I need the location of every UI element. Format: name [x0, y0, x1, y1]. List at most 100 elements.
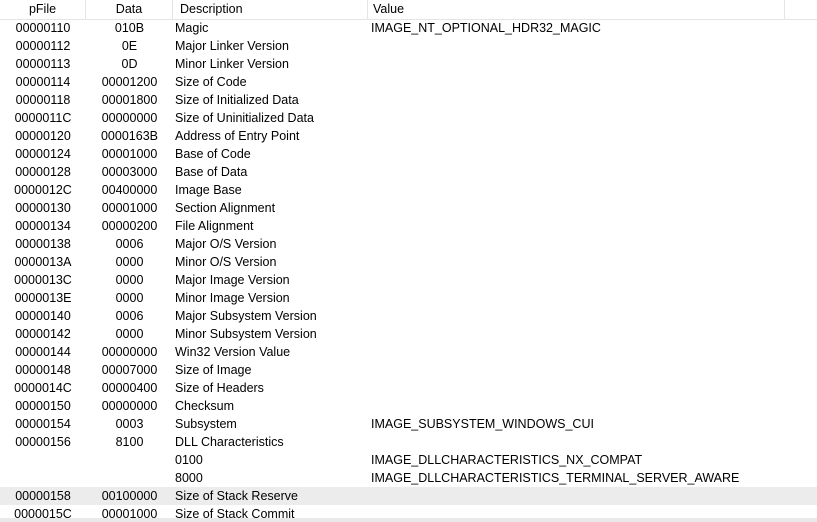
pfile-cell: 00000134: [15, 219, 71, 233]
table-row[interactable]: 0000013E 0000 Minor Image Version: [0, 289, 817, 307]
description-cell: Section Alignment: [175, 201, 276, 215]
value-cell: [371, 487, 811, 505]
pfile-cell: 00000114: [15, 75, 71, 89]
description-cell: Size of Uninitialized Data: [175, 111, 314, 125]
table-row[interactable]: 00000144 00000000 Win32 Version Value: [0, 343, 817, 361]
table-row[interactable]: 00000113 0D Minor Linker Version: [0, 55, 817, 73]
table-row[interactable]: 00000158 00100000 Size of Stack Reserve: [0, 487, 817, 505]
value-cell: [371, 163, 811, 181]
table-row[interactable]: 00000112 0E Major Linker Version: [0, 37, 817, 55]
description-cell: Size of Headers: [175, 381, 264, 395]
data-cell: 00001000: [101, 147, 158, 161]
table-row[interactable]: 00000134 00000200 File Alignment: [0, 217, 817, 235]
column-header-pfile[interactable]: pFile: [0, 0, 86, 19]
value-cell: [371, 181, 811, 199]
pfile-cell: [0, 451, 86, 469]
data-cell: 00007000: [101, 363, 158, 377]
description-cell: Size of Stack Reserve: [175, 489, 298, 503]
data-cell: 0006: [115, 237, 144, 251]
data-cell: [86, 451, 173, 469]
table-row[interactable]: 0000013C 0000 Major Image Version: [0, 271, 817, 289]
table-row[interactable]: 0000013A 0000 Minor O/S Version: [0, 253, 817, 271]
pfile-cell: 00000130: [15, 201, 71, 215]
pfile-cell: 00000150: [15, 399, 71, 413]
value-cell: [371, 343, 811, 361]
table-row[interactable]: 00000150 00000000 Checksum: [0, 397, 817, 415]
value-cell: [371, 235, 811, 253]
value-cell: [371, 145, 811, 163]
value-cell: [371, 433, 811, 451]
pfile-cell: 00000113: [15, 57, 71, 71]
description-cell: Major O/S Version: [175, 237, 277, 251]
value-cell: [371, 91, 811, 109]
description-cell: Size of Image: [175, 363, 252, 377]
column-header-data[interactable]: Data: [86, 0, 173, 19]
table-row[interactable]: 00000148 00007000 Size of Image: [0, 361, 817, 379]
pfile-cell: 0000012C: [14, 183, 72, 197]
pfile-cell: 0000014C: [14, 381, 72, 395]
value-cell: IMAGE_NT_OPTIONAL_HDR32_MAGIC: [371, 21, 601, 35]
description-cell: File Alignment: [175, 219, 254, 233]
description-cell: Base of Code: [175, 147, 251, 161]
column-header-value[interactable]: Value: [368, 0, 785, 19]
description-cell: Minor Subsystem Version: [175, 327, 317, 341]
table-row[interactable]: 0000014C 00000400 Size of Headers: [0, 379, 817, 397]
horizontal-scrollbar[interactable]: [0, 518, 817, 522]
table-row[interactable]: 00000140 0006 Major Subsystem Version: [0, 307, 817, 325]
value-cell: [371, 361, 811, 379]
column-header-pfile-label: pFile: [28, 2, 57, 16]
description-cell: Address of Entry Point: [175, 129, 300, 143]
table-row[interactable]: 8000 IMAGE_DLLCHARACTERISTICS_TERMINAL_SE…: [0, 469, 817, 487]
value-cell: IMAGE_DLLCHARACTERISTICS_NX_COMPAT: [371, 453, 643, 467]
pfile-cell: 00000156: [15, 435, 71, 449]
table-row[interactable]: 00000156 8100 DLL Characteristics: [0, 433, 817, 451]
pfile-cell: 00000128: [15, 165, 71, 179]
data-cell: 010B: [114, 21, 145, 35]
table-row[interactable]: 00000120 0000163B Address of Entry Point: [0, 127, 817, 145]
pe-header-list-view[interactable]: pFile Data Description Value 00000110 010…: [0, 0, 817, 522]
data-cell: 0000: [115, 327, 144, 341]
column-header-bar: pFile Data Description Value: [0, 0, 817, 20]
table-row[interactable]: 00000138 0006 Major O/S Version: [0, 235, 817, 253]
table-row[interactable]: 00000114 00001200 Size of Code: [0, 73, 817, 91]
pfile-cell: 0000013A: [14, 255, 72, 269]
description-cell: 0100: [175, 453, 203, 467]
description-cell: Minor O/S Version: [175, 255, 277, 269]
description-cell: Minor Image Version: [175, 291, 290, 305]
pfile-cell: 00000112: [15, 39, 71, 53]
table-row[interactable]: 0100 IMAGE_DLLCHARACTERISTICS_NX_COMPAT: [0, 451, 817, 469]
table-row[interactable]: 00000118 00001800 Size of Initialized Data: [0, 91, 817, 109]
pfile-cell: 0000013C: [14, 273, 72, 287]
value-cell: [371, 37, 811, 55]
value-cell: [371, 379, 811, 397]
column-header-data-label: Data: [115, 2, 143, 16]
data-cell: 00000000: [101, 399, 158, 413]
pfile-cell: 00000148: [15, 363, 71, 377]
table-row[interactable]: 00000130 00001000 Section Alignment: [0, 199, 817, 217]
data-cell: 0D: [121, 57, 138, 71]
table-body: 00000110 010B Magic IMAGE_NT_OPTIONAL_HDR32…: [0, 19, 817, 522]
pfile-cell: 00000120: [15, 129, 71, 143]
description-cell: Base of Data: [175, 165, 248, 179]
table-row[interactable]: 0000012C 00400000 Image Base: [0, 181, 817, 199]
table-row[interactable]: 00000124 00001000 Base of Code: [0, 145, 817, 163]
pfile-cell: 00000118: [15, 93, 71, 107]
description-cell: Image Base: [175, 183, 242, 197]
data-cell: 0000163B: [100, 129, 158, 143]
value-cell: IMAGE_SUBSYSTEM_WINDOWS_CUI: [371, 417, 594, 431]
table-row[interactable]: 00000142 0000 Minor Subsystem Version: [0, 325, 817, 343]
table-row[interactable]: 0000011C 00000000 Size of Uninitialized Da…: [0, 109, 817, 127]
description-cell: Minor Linker Version: [175, 57, 289, 71]
column-header-description[interactable]: Description: [173, 0, 368, 19]
value-cell: [371, 271, 811, 289]
table-row[interactable]: 00000128 00003000 Base of Data: [0, 163, 817, 181]
description-cell: Win32 Version Value: [175, 345, 291, 359]
table-row[interactable]: 00000110 010B Magic IMAGE_NT_OPTIONAL_HDR32…: [0, 19, 817, 37]
value-cell: [371, 325, 811, 343]
value-cell: [371, 253, 811, 271]
value-cell: [371, 289, 811, 307]
pfile-cell: 00000138: [15, 237, 71, 251]
pfile-cell: 00000124: [15, 147, 71, 161]
description-cell: Major Linker Version: [175, 39, 289, 53]
table-row[interactable]: 00000154 0003 Subsystem IMAGE_SUBSYSTEM_WIN…: [0, 415, 817, 433]
